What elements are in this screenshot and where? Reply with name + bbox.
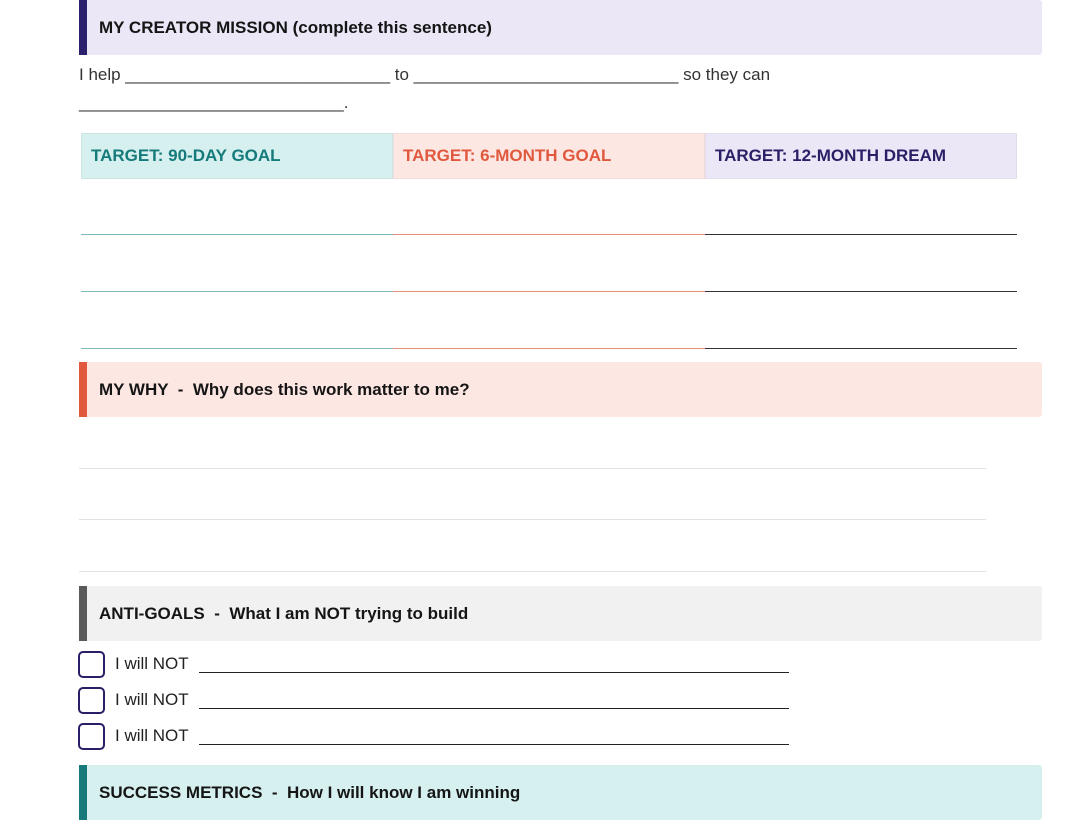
target-6-month-line[interactable] [393, 234, 705, 235]
target-12-month-line[interactable] [705, 291, 1017, 292]
target-6-month-column: TARGET: 6-MONTH GOAL [393, 133, 705, 352]
target-12-month-column: TARGET: 12-MONTH DREAM [705, 133, 1017, 352]
target-12-month-header: TARGET: 12-MONTH DREAM [705, 133, 1017, 179]
mission-heading: MY CREATOR MISSION (complete this senten… [99, 17, 492, 37]
target-90-day-header: TARGET: 90-DAY GOAL [81, 133, 393, 179]
why-writing-line[interactable] [79, 468, 986, 469]
success-metrics-section-header: SUCCESS METRICS - How I will know I am w… [79, 765, 1042, 820]
anti-goals-heading: ANTI-GOALS - What I am NOT trying to bui… [99, 603, 469, 623]
why-heading: MY WHY - Why does this work matter to me… [99, 379, 470, 399]
target-90-day-line[interactable] [81, 234, 393, 235]
anti-goal-blank-line[interactable] [198, 744, 789, 745]
anti-goal-label: I will NOT [115, 690, 189, 709]
target-12-month-line[interactable] [705, 348, 1017, 349]
why-writing-line[interactable] [79, 571, 986, 572]
target-12-month-line[interactable] [705, 234, 1017, 235]
anti-goal-checkbox[interactable] [78, 686, 105, 714]
why-writing-line[interactable] [79, 519, 986, 520]
anti-goal-item: I will NOT [78, 685, 789, 715]
targets-table: TARGET: 90-DAY GOAL TARGET: 6-MONTH GOAL… [81, 133, 1017, 352]
anti-goal-label: I will NOT [115, 654, 189, 673]
anti-goal-item: I will NOT [78, 649, 789, 679]
why-section-header: MY WHY - Why does this work matter to me… [79, 362, 1042, 417]
anti-goal-checkbox[interactable] [78, 722, 105, 750]
target-90-day-line[interactable] [81, 291, 393, 292]
target-6-month-line[interactable] [393, 291, 705, 292]
target-6-month-header: TARGET: 6-MONTH GOAL [393, 133, 705, 179]
target-90-day-column: TARGET: 90-DAY GOAL [81, 133, 393, 352]
anti-goal-checkbox[interactable] [78, 650, 105, 678]
anti-goal-blank-line[interactable] [198, 708, 789, 709]
mission-section-header: MY CREATOR MISSION (complete this senten… [79, 0, 1042, 55]
success-metrics-heading: SUCCESS METRICS - How I will know I am w… [99, 782, 521, 802]
anti-goal-label: I will NOT [115, 726, 189, 745]
mission-sentence[interactable]: I help ____________________________ to _… [79, 61, 819, 117]
anti-goal-blank-line[interactable] [198, 672, 789, 673]
anti-goals-section-header: ANTI-GOALS - What I am NOT trying to bui… [79, 586, 1042, 641]
target-6-month-line[interactable] [393, 348, 705, 349]
anti-goal-item: I will NOT [78, 721, 789, 751]
target-90-day-line[interactable] [81, 348, 393, 349]
